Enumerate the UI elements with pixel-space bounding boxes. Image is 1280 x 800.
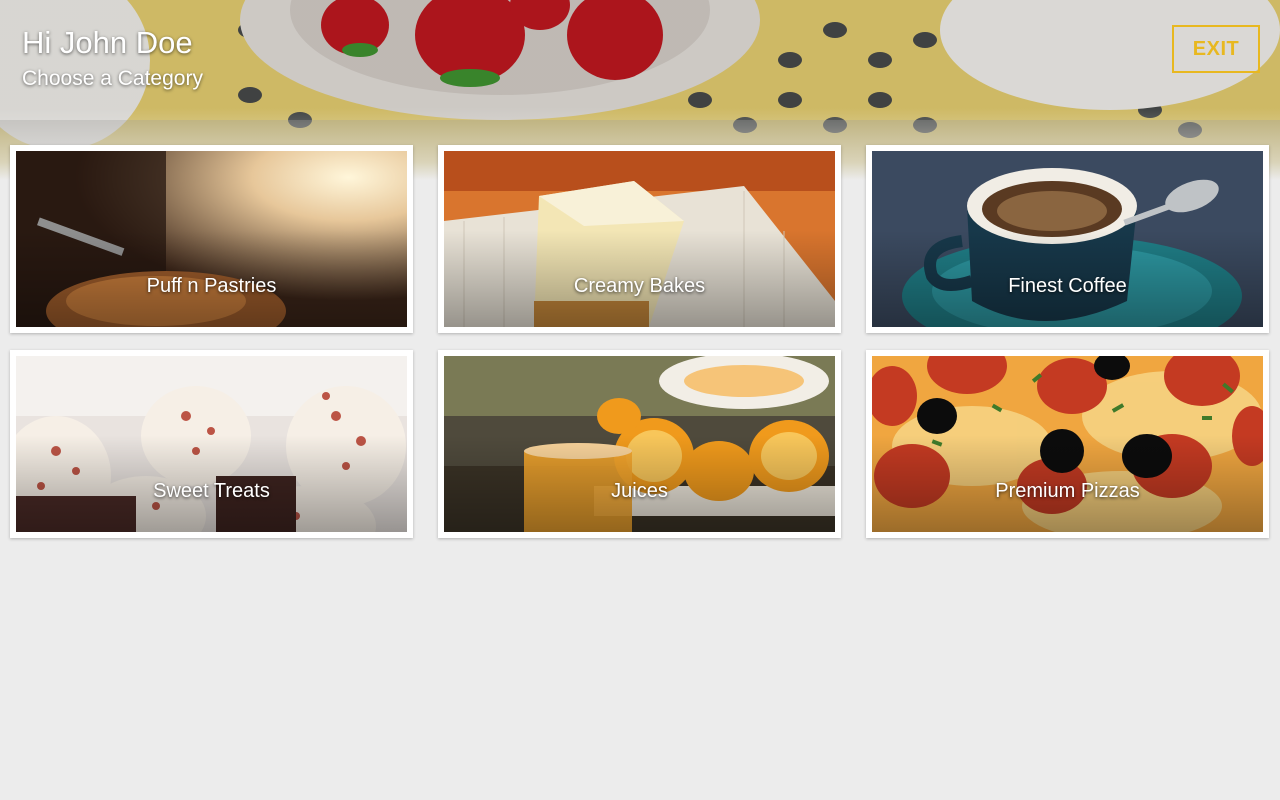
category-label: Puff n Pastries (146, 275, 277, 297)
pastry-image: Puff n Pastries (16, 151, 407, 327)
cheesecake-image: Creamy Bakes (444, 151, 835, 327)
cupcakes-image: Sweet Treats (16, 356, 407, 532)
category-label: Juices (611, 480, 668, 502)
category-label: Finest Coffee (1008, 275, 1127, 297)
coffee-image: Finest Coffee (872, 151, 1263, 327)
category-label: Creamy Bakes (573, 275, 706, 297)
juice-image: Juices (444, 356, 835, 532)
category-card-premium-pizzas[interactable]: Premium Pizzas (866, 350, 1269, 538)
category-card-finest-coffee[interactable]: Finest Coffee (866, 145, 1269, 333)
category-grid: Puff n Pastries Creamy Bakes Finest Coff… (0, 0, 1280, 800)
category-card-juices[interactable]: Juices (438, 350, 841, 538)
pizza-image: Premium Pizzas (872, 356, 1263, 532)
category-card-sweet-treats[interactable]: Sweet Treats (10, 350, 413, 538)
category-label: Premium Pizzas (995, 480, 1140, 502)
category-label: Sweet Treats (153, 480, 270, 502)
category-card-puff-n-pastries[interactable]: Puff n Pastries (10, 145, 413, 333)
category-card-creamy-bakes[interactable]: Creamy Bakes (438, 145, 841, 333)
